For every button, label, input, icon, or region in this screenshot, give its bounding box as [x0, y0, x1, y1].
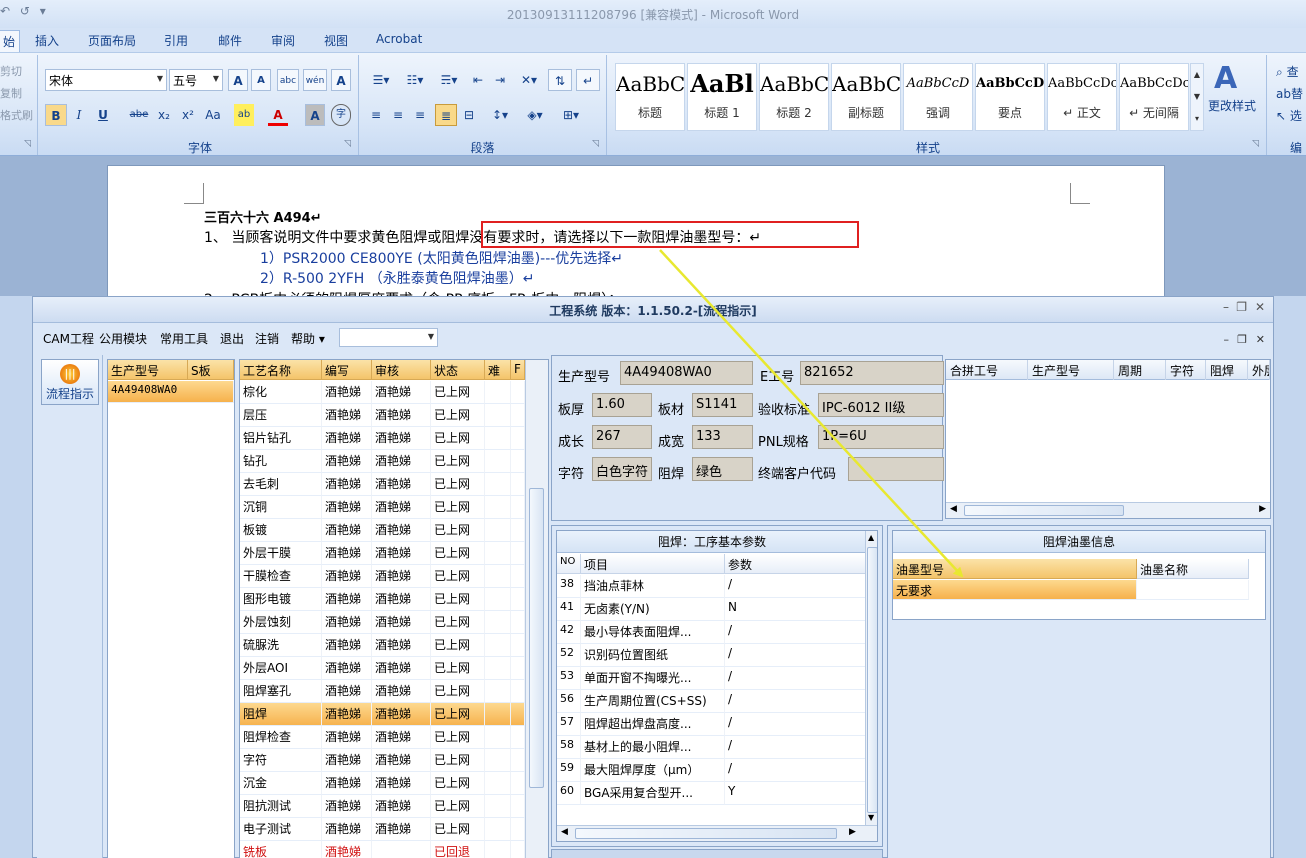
annotation-arrow [659, 249, 964, 578]
